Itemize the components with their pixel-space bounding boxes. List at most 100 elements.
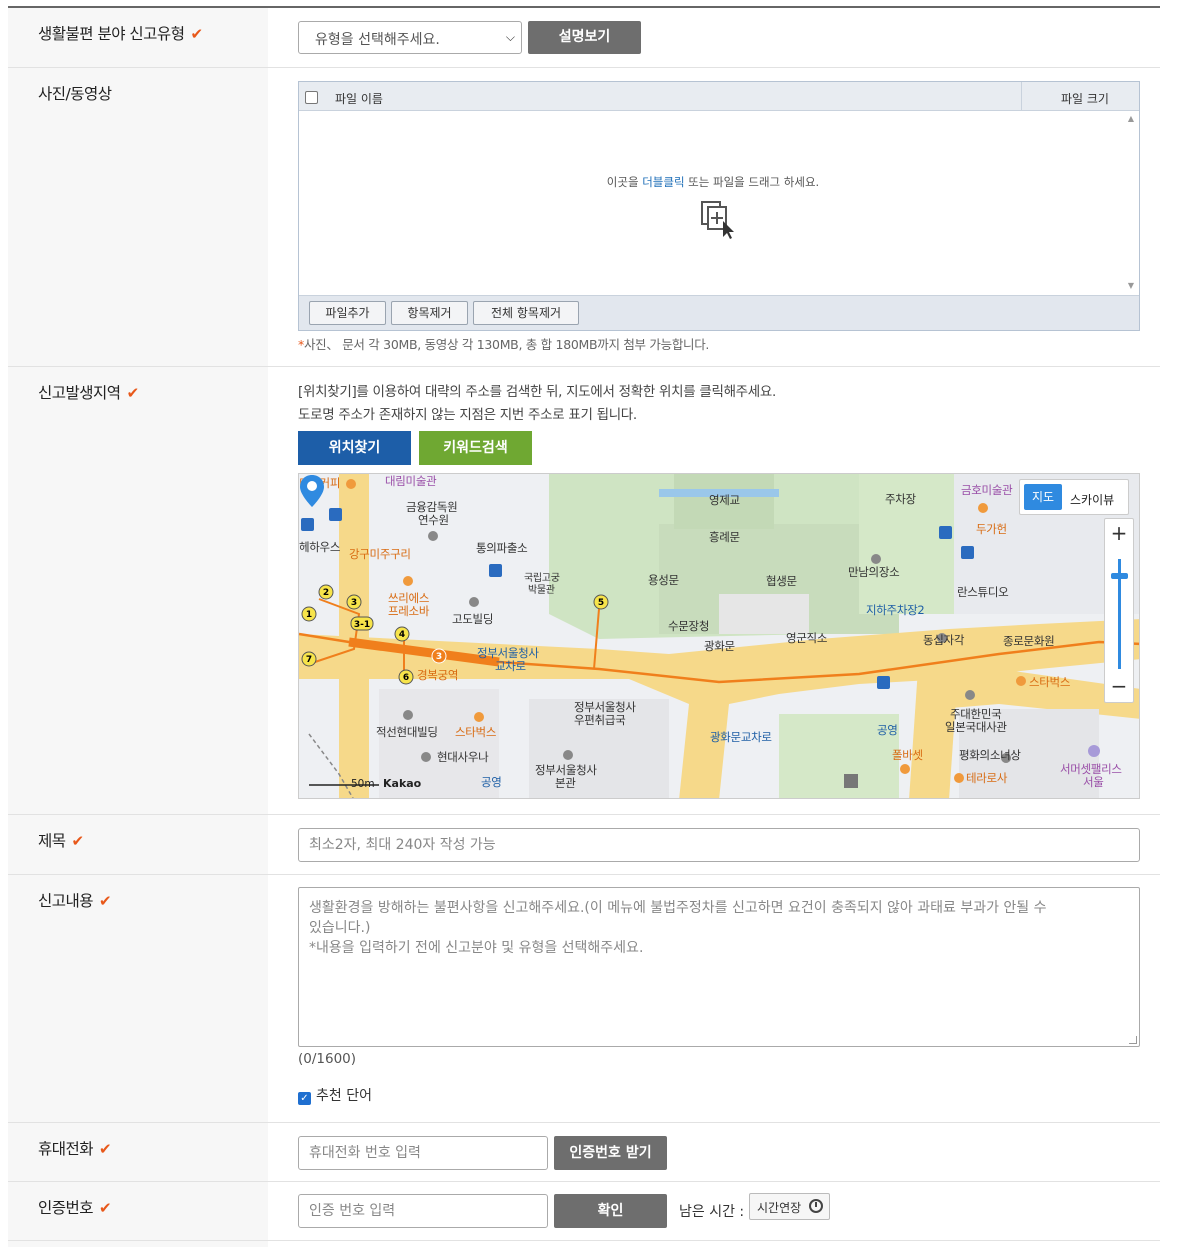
svg-text:3: 3 (436, 652, 442, 662)
map-brand: Kakao (383, 777, 422, 790)
map-label: 영제교 (709, 493, 740, 507)
keyword-search-button[interactable]: 키워드검색 (419, 431, 532, 465)
recommend-words-toggle[interactable]: ✓ 추천 단어 (298, 1085, 372, 1105)
file-add-icon (701, 201, 734, 239)
row-body: 파일 이름 파일 크기 이곳을 더블클릭 또는 파일을 드래그 하세요. ▲ ▼… (268, 68, 1160, 366)
row-header: 신고내용 ✔ (8, 875, 268, 1122)
extend-time-label: 시간연장 (757, 1201, 802, 1215)
map-label: 동십자각 (923, 633, 965, 647)
remaining-time-label: 남은 시간 : (679, 1204, 745, 1220)
drop-hint-post: 또는 파일을 드래그 하세요. (684, 175, 820, 189)
row-header: 신고발생지역 ✔ (8, 367, 268, 814)
map-label: 금호미술관 (961, 483, 1013, 497)
scroll-down-arrow[interactable]: ▼ (1128, 281, 1134, 290)
map-label: 고도빌딩 (452, 612, 494, 626)
map-label: 강구미주구리 (349, 547, 411, 561)
zoom-in-button[interactable]: + (1105, 521, 1133, 545)
scroll-up-arrow[interactable]: ▲ (1128, 114, 1134, 123)
checkbox-checked-icon[interactable]: ✓ (298, 1092, 311, 1105)
map-label: 테라로사 (966, 771, 1008, 785)
row-phone: 휴대전화 ✔ 휴대전화 번호 입력 인증번호 받기 (8, 1123, 1160, 1182)
row-header: 인증번호 ✔ (8, 1182, 268, 1240)
check-icon: ✔ (126, 384, 140, 402)
map-view[interactable]: 2 3 1 3-1 4 7 6 5 3 대림미술관 금융감독원 연수원 헤하우스… (298, 473, 1140, 799)
explain-button[interactable]: 설명보기 (528, 21, 641, 54)
drop-hint: 이곳을 더블클릭 또는 파일을 드래그 하세요. (299, 174, 1127, 190)
type-label: 생활불편 분야 신고유형 (38, 25, 185, 43)
svg-text:2: 2 (323, 588, 329, 598)
type-select[interactable]: 유형을 선택해주세요. ⌵ (298, 21, 522, 54)
map-label: 경복궁역 (417, 668, 459, 682)
map-scale: 50m (351, 778, 375, 790)
drop-zone[interactable]: 이곳을 더블클릭 또는 파일을 드래그 하세요. ▲ ▼ (299, 111, 1139, 294)
svg-text:5: 5 (598, 598, 604, 608)
location-guide-2: 도로명 주소가 존재하지 않는 지점은 지번 주소로 표기 됩니다. (298, 407, 637, 423)
map-label: 스타벅스 (1029, 675, 1071, 689)
phone-label: 휴대전화 (38, 1140, 94, 1158)
map-label: 두가헌 (976, 522, 1007, 536)
zoom-handle[interactable] (1111, 573, 1128, 579)
content-placeholder-1: 생활환경을 방해하는 불편사항을 신고해주세요.(이 메뉴에 불법주정차를 신고… (309, 900, 1047, 916)
map-label: 광화문 (704, 639, 735, 653)
auth-label: 인증번호 (38, 1199, 94, 1217)
row-next (8, 1241, 1160, 1247)
map-label: 지하주차장2 (866, 603, 925, 617)
map-type-switch: 지도 스카이뷰 (1019, 479, 1129, 515)
column-divider (1021, 82, 1022, 111)
row-media: 사진/동영상 파일 이름 파일 크기 이곳을 더블클릭 또는 파일을 드래그 하… (8, 68, 1160, 367)
title-input[interactable]: 최소2자, 최대 240자 작성 가능 (298, 828, 1140, 862)
map-label: 현대사우나 (437, 750, 489, 764)
map-type-skyview[interactable]: 스카이뷰 (1070, 491, 1114, 508)
select-all-checkbox[interactable] (305, 91, 318, 104)
map-label: 스타벅스 (455, 725, 497, 739)
phone-input[interactable]: 휴대전화 번호 입력 (298, 1136, 548, 1170)
svg-text:6: 6 (403, 673, 409, 683)
location-guide-1: [위치찾기]를 이용하여 대략의 주소를 검색한 뒤, 지도에서 정확한 위치를… (298, 384, 777, 400)
map-label: 적선현대빌딩 (376, 725, 438, 739)
row-header (8, 1241, 268, 1247)
type-select-value: 유형을 선택해주세요. (315, 32, 440, 48)
zoom-out-button[interactable]: − (1105, 674, 1133, 698)
file-uploader: 파일 이름 파일 크기 이곳을 더블클릭 또는 파일을 드래그 하세요. ▲ ▼… (298, 81, 1140, 331)
map-label: 본관 (555, 776, 576, 790)
map-label: 우편취급국 (574, 713, 626, 727)
find-location-button[interactable]: 위치찾기 (298, 431, 411, 465)
remove-item-button[interactable]: 항목제거 (391, 301, 468, 325)
drop-hint-pre: 이곳을 (606, 175, 643, 189)
content-textarea[interactable]: 생활환경을 방해하는 불편사항을 신고해주세요.(이 메뉴에 불법주정차를 신고… (298, 887, 1140, 1047)
map-label: 일본국대사관 (945, 720, 1007, 734)
clock-icon (809, 1199, 823, 1213)
row-location: 신고발생지역 ✔ [위치찾기]를 이용하여 대략의 주소를 검색한 뒤, 지도에서… (8, 367, 1160, 815)
svg-text:7: 7 (306, 655, 312, 665)
row-header: 생활불편 분야 신고유형 ✔ (8, 8, 268, 67)
extend-time-button[interactable]: 시간연장 (749, 1193, 830, 1220)
map-pin-icon (300, 475, 324, 507)
map-label: 프레소바 (388, 604, 430, 618)
request-code-button[interactable]: 인증번호 받기 (554, 1136, 667, 1170)
check-icon: ✔ (99, 892, 112, 910)
auth-code-input[interactable]: 인증 번호 입력 (298, 1194, 548, 1228)
map-label: 용성문 (648, 573, 679, 587)
confirm-button[interactable]: 확인 (554, 1194, 667, 1228)
row-auth-code: 인증번호 ✔ 인증 번호 입력 확인 남은 시간 : 시간연장 (8, 1182, 1160, 1241)
note-text: 사진、 문서 각 30MB, 동영상 각 130MB, 총 합 180MB까지 … (303, 337, 710, 352)
map-type-map[interactable]: 지도 (1024, 484, 1062, 510)
check-icon: ✔ (190, 25, 203, 43)
resize-handle[interactable] (1129, 1036, 1137, 1044)
svg-text:4: 4 (399, 630, 405, 640)
check-icon: ✔ (99, 1140, 112, 1158)
row-content: 신고내용 ✔ 생활환경을 방해하는 불편사항을 신고해주세요.(이 메뉴에 불법주… (8, 875, 1160, 1123)
row-body: [위치찾기]를 이용하여 대략의 주소를 검색한 뒤, 지도에서 정확한 위치를… (268, 367, 1160, 814)
map-label: 헤하우스 (299, 540, 341, 554)
row-body: 유형을 선택해주세요. ⌵ 설명보기 (268, 8, 1160, 67)
add-file-button[interactable]: 파일추가 (309, 301, 386, 325)
area-label: 신고발생지역 (38, 384, 121, 402)
remove-all-button[interactable]: 전체 항목제거 (473, 301, 579, 325)
map-label: 흥례문 (709, 530, 740, 544)
col-file-name: 파일 이름 (335, 92, 383, 106)
map-label: 공영 (877, 723, 898, 737)
col-file-size: 파일 크기 (1061, 92, 1109, 106)
map-label: 수문장청 (668, 619, 710, 633)
map-label: 협생문 (766, 574, 797, 588)
attachment-note: *사진、 문서 각 30MB, 동영상 각 130MB, 총 합 180MB까지… (298, 334, 709, 353)
